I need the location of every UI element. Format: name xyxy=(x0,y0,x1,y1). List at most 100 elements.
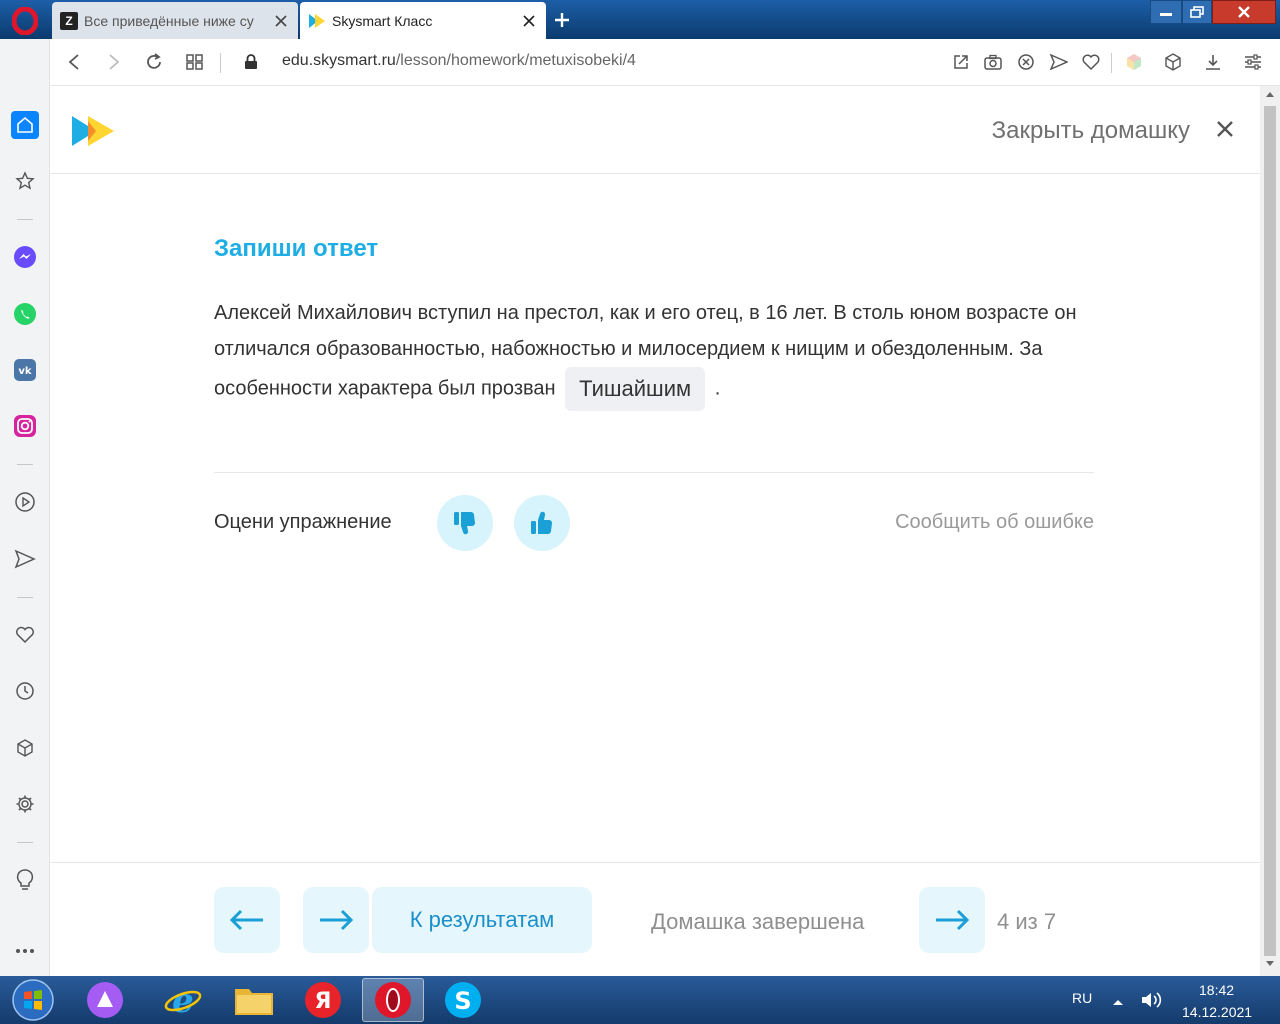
sidebar-divider xyxy=(17,464,33,465)
scroll-up-icon[interactable] xyxy=(1265,90,1275,100)
adblock-icon[interactable] xyxy=(1015,51,1037,73)
opera-logo-icon xyxy=(12,7,38,35)
tab-inactive[interactable]: Z Все приведённые ниже су xyxy=(52,2,298,39)
extension-cube-color-icon[interactable] xyxy=(1123,51,1145,73)
back-icon[interactable] xyxy=(63,51,85,73)
section-divider xyxy=(214,472,1094,473)
task-text-after: . xyxy=(714,377,721,400)
window-minimize-button[interactable] xyxy=(1150,0,1182,24)
home-icon[interactable] xyxy=(11,111,39,139)
bookmark-heart-icon[interactable] xyxy=(1080,51,1102,73)
sidebar-divider xyxy=(17,597,33,598)
to-results-button[interactable]: К результатам xyxy=(372,887,592,953)
taskbar-explorer-icon[interactable] xyxy=(223,978,285,1022)
thumbs-up-button[interactable] xyxy=(514,495,570,551)
clock-date[interactable]: 14.12.2021 xyxy=(1182,1004,1252,1020)
settings-gear-icon[interactable] xyxy=(11,790,39,818)
flow-send-icon[interactable] xyxy=(11,545,39,573)
divider xyxy=(220,53,221,73)
scroll-down-icon[interactable] xyxy=(1265,960,1275,970)
tab-title: Skysmart Класс xyxy=(332,12,433,29)
taskbar-ie-icon[interactable]: e xyxy=(152,978,214,1022)
arrow-left-icon xyxy=(229,909,263,931)
thumbs-down-button[interactable] xyxy=(437,495,493,551)
instagram-icon[interactable] xyxy=(11,412,39,440)
window-restore-button[interactable] xyxy=(1182,0,1212,24)
tray-expand-icon[interactable] xyxy=(1112,994,1124,1012)
lock-icon[interactable] xyxy=(240,51,262,73)
forward-icon[interactable] xyxy=(103,51,125,73)
taskbar-skype-icon[interactable]: S xyxy=(432,978,494,1022)
report-error-link[interactable]: Сообщить об ошибке xyxy=(895,511,1094,534)
whatsapp-icon[interactable] xyxy=(11,300,39,328)
language-indicator[interactable]: RU xyxy=(1072,990,1092,1006)
opera-menu-button[interactable] xyxy=(8,6,42,36)
browser-tab-strip: Z Все приведённые ниже су Skysmart Класс xyxy=(0,0,1280,39)
reload-icon[interactable] xyxy=(143,51,165,73)
url-text[interactable]: edu.skysmart.ru/lesson/homework/metuxiso… xyxy=(282,52,636,70)
skysmart-logo-icon[interactable] xyxy=(70,114,116,148)
start-button[interactable] xyxy=(10,978,56,1022)
tab-close-icon[interactable] xyxy=(520,12,538,30)
close-homework-link[interactable]: Закрыть домашку xyxy=(992,117,1190,145)
rate-exercise-label: Оцени упражнение xyxy=(214,511,392,533)
vk-icon[interactable]: vk xyxy=(11,356,39,384)
task-text: Алексей Михайлович вступил на престол, к… xyxy=(214,295,1104,411)
send-icon[interactable] xyxy=(1048,51,1070,73)
taskbar-yandex-icon[interactable]: Я xyxy=(292,978,354,1022)
clock-time[interactable]: 18:42 xyxy=(1199,982,1234,998)
easy-setup-icon[interactable] xyxy=(1242,51,1264,73)
url-host: edu.skysmart.ru xyxy=(282,52,396,69)
taskbar-alice-icon[interactable] xyxy=(74,978,136,1022)
extensions-cube-icon[interactable] xyxy=(11,734,39,762)
znanija-favicon-icon: Z xyxy=(60,11,78,30)
extensions-cube-icon[interactable] xyxy=(1162,51,1184,73)
player-icon[interactable] xyxy=(11,488,39,516)
answer-field[interactable]: Тишайшим xyxy=(565,367,706,411)
tab-title: Все приведённые ниже су xyxy=(84,12,254,29)
history-clock-icon[interactable] xyxy=(11,677,39,705)
more-dots-icon[interactable] xyxy=(11,937,39,965)
svg-text:e: e xyxy=(172,981,194,1020)
close-icon xyxy=(1238,6,1250,18)
window-close-button[interactable] xyxy=(1212,0,1276,24)
scroll-thumb[interactable] xyxy=(1264,106,1276,956)
share-icon[interactable] xyxy=(950,51,972,73)
sidebar-divider xyxy=(17,219,33,220)
close-icon[interactable] xyxy=(1212,116,1238,142)
task-counter: 4 из 7 xyxy=(997,909,1057,934)
new-tab-button[interactable] xyxy=(548,6,576,34)
volume-icon[interactable] xyxy=(1140,990,1164,1015)
sidebar-divider xyxy=(17,842,33,843)
tab-active[interactable]: Skysmart Класс xyxy=(300,2,546,39)
thumbs-up-icon xyxy=(531,511,552,534)
bookmarks-heart-icon[interactable] xyxy=(11,621,39,649)
tips-lightbulb-icon[interactable] xyxy=(11,866,39,894)
speed-dial-icon[interactable] xyxy=(184,51,206,73)
opera-sidebar: vk xyxy=(0,39,50,976)
page-content: Закрыть домашку Запиши ответ Алексей Мих… xyxy=(50,86,1260,976)
next-task-button[interactable] xyxy=(919,887,985,953)
page-scrollbar[interactable] xyxy=(1260,86,1280,976)
skysmart-favicon-icon xyxy=(308,12,326,30)
windows-logo-icon xyxy=(12,979,54,1021)
download-icon[interactable] xyxy=(1202,51,1224,73)
svg-text:Я: Я xyxy=(315,989,332,1014)
next-button[interactable] xyxy=(303,887,369,953)
svg-text:vk: vk xyxy=(18,366,32,377)
messenger-icon[interactable] xyxy=(11,243,39,271)
plus-icon xyxy=(555,13,569,27)
svg-text:S: S xyxy=(454,987,471,1015)
snapshot-camera-icon[interactable] xyxy=(982,51,1004,73)
previous-button[interactable] xyxy=(214,887,280,953)
page-header: Закрыть домашку xyxy=(50,86,1260,174)
restore-icon xyxy=(1190,6,1204,18)
thumbs-down-icon xyxy=(454,512,475,535)
taskbar-opera-icon[interactable] xyxy=(362,978,424,1022)
task-title: Запиши ответ xyxy=(214,235,379,262)
star-icon[interactable] xyxy=(11,167,39,195)
minimize-icon xyxy=(1160,13,1172,16)
windows-taskbar: e Я S RU 18:42 14.12.2021 xyxy=(0,976,1280,1024)
divider xyxy=(1111,53,1112,73)
tab-close-icon[interactable] xyxy=(272,12,290,30)
